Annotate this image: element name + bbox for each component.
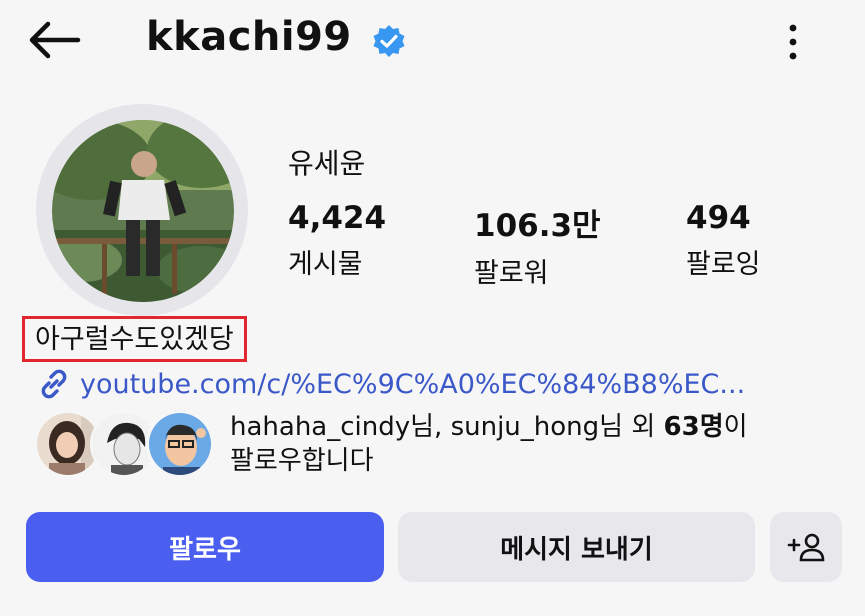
bio-text: 아구럴수도있겠당 <box>22 316 247 362</box>
link-text: youtube.com/c/%EC%9C%A0%EC%84%B8%EC... <box>80 368 746 400</box>
stat-following[interactable]: 494 팔로잉 <box>686 200 761 281</box>
arrow-left-icon <box>29 21 81 59</box>
profile-link[interactable]: youtube.com/c/%EC%9C%A0%EC%84%B8%EC... <box>36 364 745 404</box>
mutual-count: 63명 <box>663 412 724 442</box>
posts-count: 4,424 <box>288 200 387 236</box>
mutual-user-1: hahaha_cindy <box>230 412 411 442</box>
followers-count: 106.3만 <box>474 208 601 244</box>
verified-badge-icon <box>372 24 406 58</box>
mutual-suffix-3: 이 <box>723 412 748 442</box>
display-name: 유세윤 <box>288 147 366 180</box>
stat-followers[interactable]: 106.3만 팔로워 <box>474 200 601 290</box>
profile-avatar[interactable] <box>52 120 234 302</box>
following-count: 494 <box>686 200 751 236</box>
add-user-icon <box>787 533 825 562</box>
mutual-user-2: sunju_hong <box>450 412 600 442</box>
mutual-suffix-1: 님, <box>410 412 451 442</box>
mutual-suffix-2: 님 외 <box>599 412 664 442</box>
follow-button[interactable]: 팔로우 <box>26 512 384 582</box>
message-button[interactable]: 메시지 보내기 <box>398 512 755 582</box>
more-options-button[interactable] <box>778 20 808 64</box>
back-button[interactable] <box>24 18 84 62</box>
more-vertical-icon <box>789 24 797 60</box>
profile-username: kkachi99 <box>146 14 352 60</box>
stat-posts[interactable]: 4,424 게시물 <box>288 200 386 281</box>
following-label: 팔로잉 <box>686 249 761 280</box>
top-bar: kkachi99 <box>0 0 865 84</box>
mutual-line-1: hahaha_cindy님, sunju_hong님 외 63명이 <box>230 410 830 444</box>
mutual-line-2: 팔로우합니다 <box>230 446 374 476</box>
posts-label: 게시물 <box>288 249 363 280</box>
link-icon <box>41 369 67 399</box>
add-user-button[interactable] <box>770 512 842 582</box>
mutual-followers-avatars[interactable] <box>34 410 216 478</box>
followers-label: 팔로워 <box>474 258 549 289</box>
mutual-followers-text[interactable]: hahaha_cindy님, sunju_hong님 외 63명이 팔로우합니다 <box>230 410 830 478</box>
mutual-avatar <box>146 410 214 478</box>
